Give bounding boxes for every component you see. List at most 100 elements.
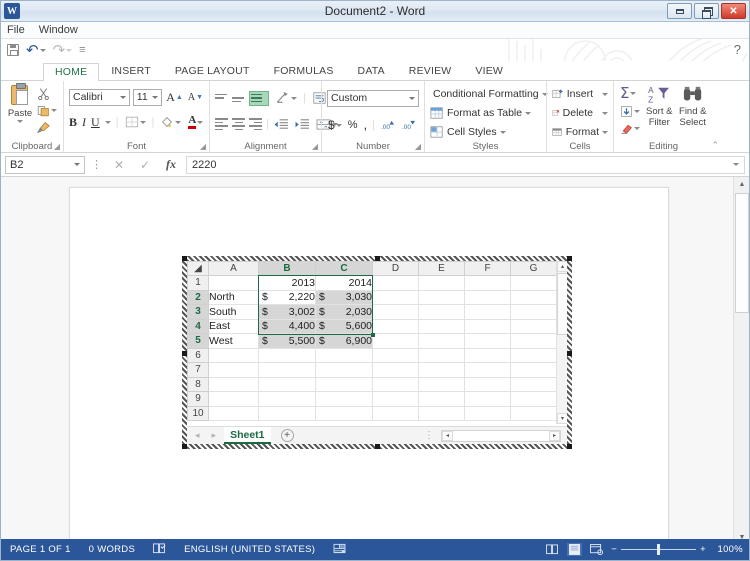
top-align-button[interactable] [215,91,227,105]
middle-align-button[interactable] [232,91,244,105]
italic-button[interactable]: I [82,115,86,130]
scroll-right-button[interactable]: ▸ [549,430,560,441]
bottom-align-button[interactable] [249,90,269,106]
proofing-icon[interactable] [144,542,175,557]
cell-e6[interactable] [418,347,465,363]
undo-button[interactable]: ↶ [26,42,46,58]
cell-d2[interactable] [372,289,419,305]
cell-d9[interactable] [372,391,419,407]
cell-a10[interactable] [208,405,259,421]
row-header-3[interactable]: 3 [187,304,209,320]
read-mode-button[interactable] [545,543,560,556]
cell-d1[interactable] [372,275,419,291]
cell-d5[interactable] [372,333,419,349]
row-header-5[interactable]: 5 [187,333,209,349]
cell-e8[interactable] [418,376,465,392]
tab-data[interactable]: DATA [346,62,397,80]
decrease-decimal-button[interactable]: .00 [400,118,417,133]
column-header-d[interactable]: D [372,261,419,276]
cell-a9[interactable] [208,391,259,407]
row-header-8[interactable]: 8 [187,376,209,392]
cell-b2[interactable]: $ 2,220 [258,289,316,305]
cell-g7[interactable] [510,362,557,378]
cell-b10[interactable] [258,405,316,421]
confirm-entry-button[interactable]: ✓ [134,158,156,172]
status-word-count[interactable]: 0 WORDS [80,544,144,555]
menu-item-window[interactable]: Window [39,24,78,36]
zoom-out-button[interactable]: − [611,544,617,555]
number-dialog-launcher[interactable]: ◢ [415,142,421,151]
cell-a1[interactable] [208,275,259,291]
select-all-corner[interactable]: ◢ [187,261,209,276]
split-handle[interactable]: ⋮ [424,430,437,441]
cell-c4[interactable]: $ 5,600 [315,318,373,334]
column-header-g[interactable]: G [510,261,557,276]
cell-b5[interactable]: $ 5,500 [258,333,316,349]
decrease-indent-button[interactable] [273,117,290,132]
cell-e9[interactable] [418,391,465,407]
cell-g4[interactable] [510,318,557,334]
cell-f4[interactable] [464,318,511,334]
clipboard-dialog-launcher[interactable]: ◢ [54,142,60,151]
tab-view[interactable]: VIEW [463,62,515,80]
resize-handle-bottom-center[interactable] [375,444,380,449]
column-header-e[interactable]: E [418,261,465,276]
cell-c2[interactable]: $ 3,030 [315,289,373,305]
row-header-10[interactable]: 10 [187,405,209,421]
zoom-level-label[interactable]: 100% [713,544,743,555]
font-size-combo[interactable]: 11 [132,88,163,106]
cell-d4[interactable] [372,318,419,334]
cell-e4[interactable] [418,318,465,334]
status-page-count[interactable]: PAGE 1 OF 1 [1,544,80,555]
orientation-button[interactable] [274,90,298,106]
cell-g3[interactable] [510,304,557,320]
cell-c9[interactable] [315,391,373,407]
cell-g8[interactable] [510,376,557,392]
formula-input[interactable]: 2220 [186,155,745,174]
alignment-dialog-launcher[interactable]: ◢ [312,142,318,151]
grow-font-button[interactable]: A ▲ [165,89,184,106]
cell-b3[interactable]: $ 3,002 [258,304,316,320]
sheet-nav-prev-button[interactable]: ◂ [191,430,204,441]
format-cells-button[interactable]: Format [552,124,608,140]
horizontal-scroll-track[interactable] [453,430,549,441]
increase-decimal-button[interactable]: .00 [379,118,396,133]
cell-g6[interactable] [510,347,557,363]
resize-handle-bottom-left[interactable] [182,444,187,449]
cell-f8[interactable] [464,376,511,392]
find-select-button[interactable]: Find & Select [678,85,709,136]
delete-cells-button[interactable]: Delete [552,105,608,121]
fill-handle[interactable] [371,333,375,337]
shrink-font-button[interactable]: A ▼ [187,91,204,104]
column-header-a[interactable]: A [208,261,259,276]
tab-home[interactable]: HOME [43,63,100,81]
percent-format-button[interactable]: % [347,118,359,132]
cell-e1[interactable] [418,275,465,291]
cell-c8[interactable] [315,376,373,392]
copy-button[interactable] [36,103,58,118]
align-left-button[interactable] [215,117,228,131]
cell-d6[interactable] [372,347,419,363]
web-layout-button[interactable] [589,543,604,556]
worksheet-scroll-thumb[interactable] [557,273,567,335]
row-header-7[interactable]: 7 [187,362,209,378]
cell-f2[interactable] [464,289,511,305]
restore-button[interactable] [694,3,719,19]
paste-button[interactable]: Paste [6,83,34,135]
cell-d10[interactable] [372,405,419,421]
add-sheet-button[interactable]: + [280,429,294,442]
document-vertical-scrollbar[interactable]: ▲ ▼ [733,177,749,544]
redo-button[interactable]: ↷ [53,42,73,58]
fill-color-button[interactable] [159,114,182,130]
cell-b9[interactable] [258,391,316,407]
document-page[interactable]: ◢ A B C D E F G 1 2013 2014 2 North $ 2,… [69,187,669,544]
font-family-combo[interactable]: Calibri [69,88,130,106]
tab-insert[interactable]: INSERT [99,62,163,80]
cell-d7[interactable] [372,362,419,378]
autosum-button[interactable]: Σ [619,85,641,102]
cell-a2[interactable]: North [208,289,259,305]
cell-c6[interactable] [315,347,373,363]
scroll-left-button[interactable]: ◂ [442,430,453,441]
document-scroll-up-button[interactable]: ▲ [734,177,749,192]
cell-c7[interactable] [315,362,373,378]
